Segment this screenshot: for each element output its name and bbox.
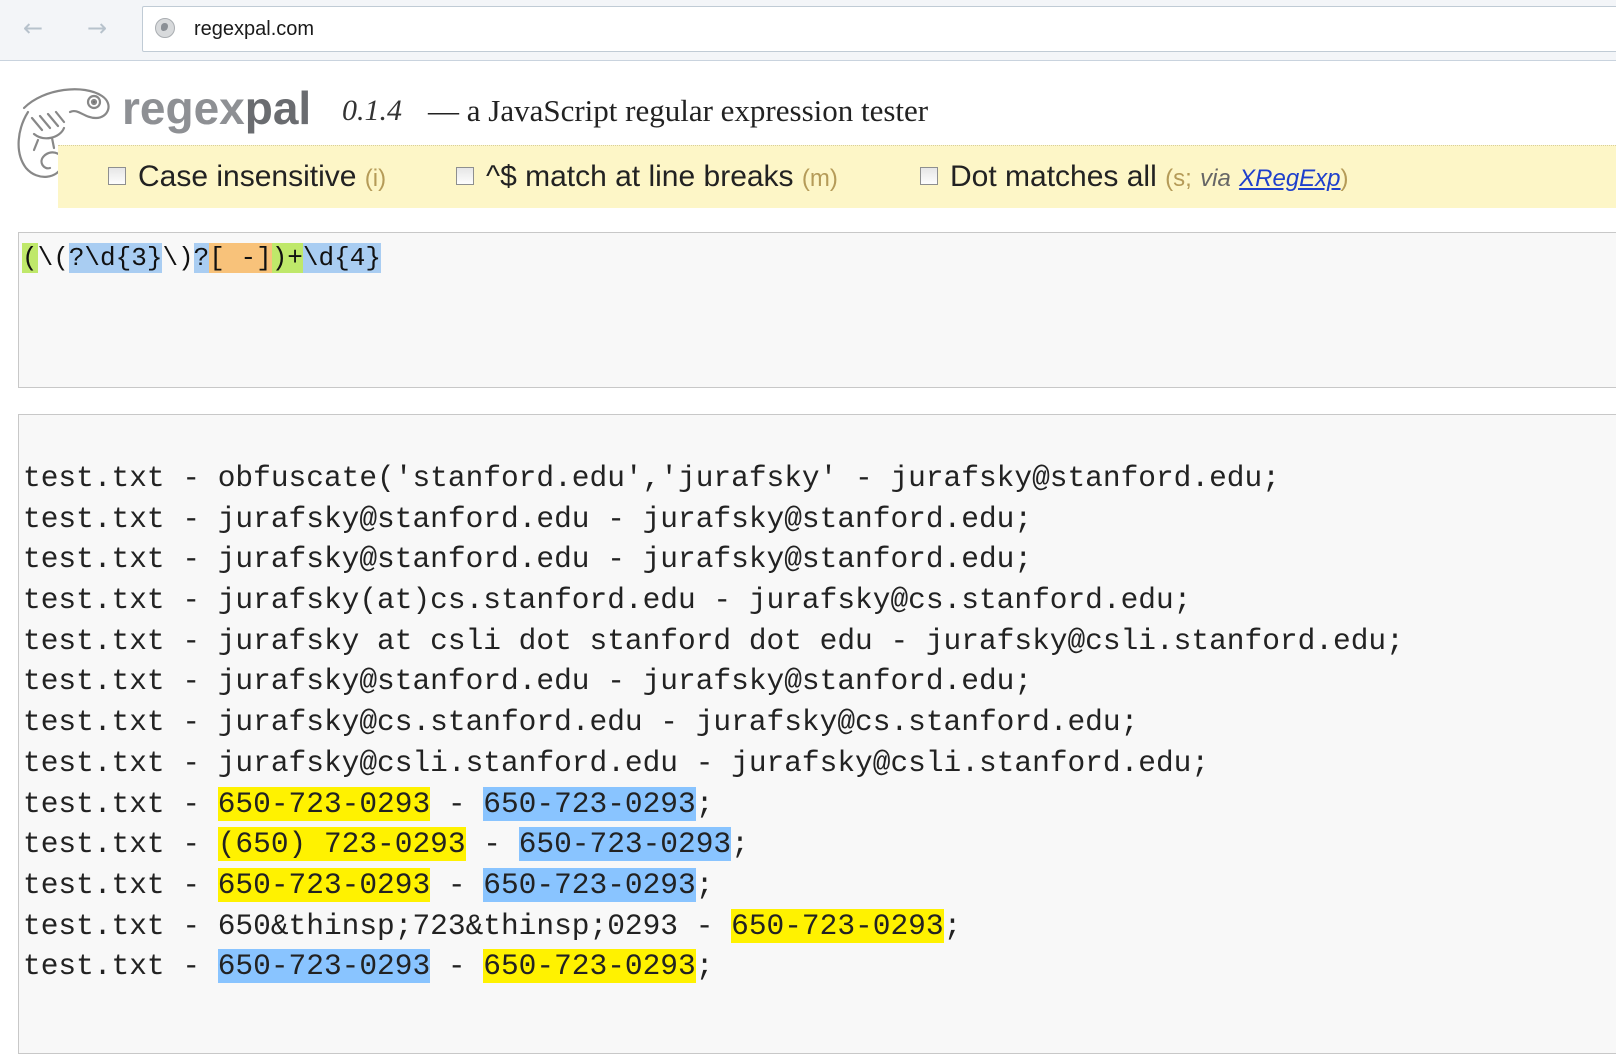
test-line: test.txt - jurafsky@cs.stanford.edu - ju… <box>23 702 1404 743</box>
dotall-hint-close: ) <box>1340 165 1349 192</box>
xregexp-link[interactable]: XRegExp <box>1239 165 1340 192</box>
browser-toolbar: ← → regexpal.com <box>0 0 1616 61</box>
test-line: test.txt - 650-723-0293 - 650-723-0293; <box>23 865 1404 906</box>
text-segment: test.txt - <box>23 786 218 821</box>
text-segment: - <box>430 949 484 984</box>
regex-token: [ -] <box>209 243 272 273</box>
match-highlight: 650-723-0293 <box>483 786 696 821</box>
match-highlight: 650-723-0293 <box>483 949 696 984</box>
text-segment: - <box>430 867 484 902</box>
address-bar[interactable]: regexpal.com <box>142 6 1616 52</box>
text-segment: test.txt - jurafsky(at)cs.stanford.edu -… <box>23 583 1192 618</box>
arrow-left-icon[interactable]: ← <box>20 14 46 42</box>
match-highlight: 650-723-0293 <box>731 908 944 943</box>
match-highlight: 650-723-0293 <box>217 867 431 902</box>
test-text-input[interactable]: test.txt - obfuscate('stanford.edu','jur… <box>18 414 1616 1054</box>
text-segment: ; <box>731 827 749 862</box>
test-line: test.txt - (650) 723-0293 - 650-723-0293… <box>23 824 1404 865</box>
text-segment: ; <box>695 949 714 984</box>
regex-token: \) <box>162 243 194 273</box>
flag-dotall[interactable]: Dot matches all (s; via XRegExp) <box>920 160 1349 194</box>
match-highlight: (650) 723-0293 <box>217 827 466 862</box>
dotall-hint-open: (s; <box>1165 165 1192 192</box>
test-line: test.txt - jurafsky@stanford.edu - juraf… <box>23 661 1404 702</box>
test-line: test.txt - jurafsky(at)cs.stanford.edu -… <box>23 580 1404 621</box>
test-line: test.txt - obfuscate('stanford.edu','jur… <box>23 458 1404 499</box>
test-line: test.txt - jurafsky@stanford.edu - juraf… <box>23 499 1404 540</box>
regex-token: ( <box>22 243 38 273</box>
arrow-right-icon[interactable]: → <box>84 14 110 42</box>
match-highlight: 650-723-0293 <box>518 827 732 862</box>
test-line: test.txt - 650-723-0293 - 650-723-0293; <box>23 946 1404 987</box>
text-segment: ; <box>695 867 714 902</box>
dotall-checkbox[interactable] <box>920 167 938 186</box>
text-segment: ; <box>943 908 962 943</box>
test-line: test.txt - jurafsky@stanford.edu - juraf… <box>23 539 1404 580</box>
app-title: regexpal <box>122 82 312 134</box>
match-highlight: 650-723-0293 <box>483 867 696 902</box>
text-segment: ; <box>695 786 714 821</box>
flag-case-insensitive[interactable]: Case insensitive (i) <box>108 160 386 194</box>
text-segment: test.txt - jurafsky@stanford.edu - juraf… <box>23 664 1033 699</box>
tagline: — a JavaScript regular expression tester <box>428 93 929 128</box>
test-line: test.txt - jurafsky@csli.stanford.edu - … <box>23 743 1404 784</box>
regex-token: ?\d{3} <box>68 243 163 273</box>
text-segment: test.txt - 650&thinsp;723&thinsp;0293 - <box>23 908 732 943</box>
test-text-lines[interactable]: test.txt - obfuscate('stanford.edu','jur… <box>23 458 1404 987</box>
text-segment: test.txt - jurafsky at csli dot stanford… <box>23 623 1404 658</box>
multiline-hint: (m) <box>801 165 838 192</box>
url-text[interactable]: regexpal.com <box>194 18 314 41</box>
text-segment: test.txt - <box>23 827 218 862</box>
case-insensitive-hint: (i) <box>364 165 387 192</box>
globe-icon <box>155 18 175 38</box>
text-segment: test.txt - <box>23 867 218 902</box>
dotall-via: via <box>1200 165 1231 192</box>
text-segment: test.txt - <box>23 949 218 984</box>
test-line: test.txt - 650&thinsp;723&thinsp;0293 - … <box>23 906 1404 947</box>
regex-token: \d{4} <box>302 243 381 273</box>
version-label: 0.1.4 <box>342 94 402 127</box>
multiline-label: ^$ match at line breaks <box>486 160 794 193</box>
text-segment: test.txt - jurafsky@cs.stanford.edu - ju… <box>23 705 1139 740</box>
regex-token: ? <box>193 243 210 273</box>
test-line: test.txt - jurafsky at csli dot stanford… <box>23 621 1404 662</box>
flags-bar: Case insensitive (i) ^$ match at line br… <box>58 145 1616 208</box>
case-insensitive-checkbox[interactable] <box>108 167 126 186</box>
match-highlight: 650-723-0293 <box>217 949 431 984</box>
case-insensitive-label: Case insensitive <box>138 160 357 193</box>
match-highlight: 650-723-0293 <box>217 786 431 821</box>
flag-multiline[interactable]: ^$ match at line breaks (m) <box>456 160 838 194</box>
text-segment: test.txt - jurafsky@stanford.edu - juraf… <box>23 542 1033 577</box>
test-line: test.txt - 650-723-0293 - 650-723-0293; <box>23 784 1404 825</box>
text-segment: test.txt - obfuscate('stanford.edu','jur… <box>23 461 1280 495</box>
text-segment: - <box>430 786 484 821</box>
regex-text[interactable]: (\(?\d{3}\)?[ -])+\d{4} <box>22 239 381 277</box>
regex-token: )+ <box>271 243 303 273</box>
text-segment: test.txt - jurafsky@csli.stanford.edu - … <box>23 745 1210 780</box>
multiline-checkbox[interactable] <box>456 167 474 186</box>
text-segment: - <box>465 827 519 862</box>
regex-token: \( <box>37 243 69 273</box>
dotall-label: Dot matches all <box>950 160 1157 193</box>
text-segment: test.txt - jurafsky@stanford.edu - juraf… <box>23 501 1033 536</box>
regex-input[interactable]: (\(?\d{3}\)?[ -])+\d{4} <box>18 232 1616 388</box>
